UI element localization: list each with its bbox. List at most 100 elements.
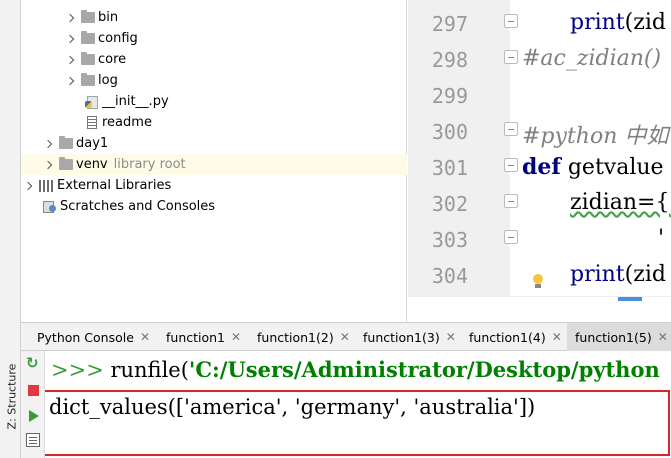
fold-marker-icon[interactable] <box>504 14 518 28</box>
lightbulb-icon[interactable] <box>532 274 544 290</box>
chevron-right-icon[interactable] <box>65 12 77 24</box>
console-command-argument: 'C:/Users/Administrator/Desktop/python <box>188 357 660 382</box>
code-comment: #ac_zidian() <box>522 46 662 71</box>
code-text: ' <box>658 226 665 251</box>
close-icon[interactable]: ✕ <box>140 330 150 344</box>
close-icon[interactable]: ✕ <box>446 330 456 344</box>
python-console[interactable]: >>> runfile('C:/Users/Administrator/Desk… <box>45 351 671 458</box>
tab-label: function1(5) <box>575 329 652 345</box>
tree-item-readme[interactable]: readme <box>85 112 152 133</box>
structure-tool-tab[interactable]: Z: Structure <box>2 360 19 440</box>
console-command: runfile( <box>103 358 189 382</box>
code-line-300: #python 中如 <box>522 118 668 150</box>
folder-icon <box>59 136 73 149</box>
tree-item-label: log <box>98 73 118 88</box>
chevron-right-icon[interactable] <box>43 138 55 150</box>
tree-item-label: bin <box>98 10 119 25</box>
code-text: getvalue <box>560 155 664 180</box>
project-tree: bin config core log __init__.py readme d… <box>21 0 407 322</box>
scratches-icon <box>43 200 57 213</box>
tab-label: function1(2) <box>257 329 334 345</box>
chevron-right-icon[interactable] <box>65 75 77 87</box>
line-number: 297 <box>431 12 468 36</box>
code-text: (zid <box>624 10 666 35</box>
structure-label: Z: Structure <box>5 363 19 430</box>
folder-icon <box>81 31 95 44</box>
chevron-right-icon[interactable] <box>65 33 77 45</box>
print-keyword: print <box>570 262 625 287</box>
tree-item-day1[interactable]: day1 <box>43 133 108 154</box>
tab-function1-4[interactable]: function1(4) ✕ <box>461 323 567 351</box>
folder-icon <box>59 157 73 170</box>
tree-item-venv[interactable]: venv library root <box>21 154 407 175</box>
print-keyword: print <box>570 10 625 35</box>
chevron-right-icon[interactable] <box>43 159 55 171</box>
fold-marker-icon[interactable] <box>504 158 518 172</box>
chevron-right-icon[interactable] <box>23 180 35 192</box>
tree-item-core[interactable]: core <box>65 49 126 70</box>
line-number: 300 <box>431 120 468 144</box>
library-root-annotation: library root <box>113 157 186 172</box>
console-input-line: >>> runfile('C:/Users/Administrator/Desk… <box>51 357 660 382</box>
code-text: zidian={' <box>570 190 671 215</box>
code-line-302: zidian={' <box>570 190 671 215</box>
tree-item-init-py[interactable]: __init__.py <box>85 91 169 112</box>
line-number: 299 <box>431 84 468 108</box>
tree-item-label: day1 <box>76 136 109 151</box>
tree-item-label: venv <box>76 157 108 172</box>
tree-item-bin[interactable]: bin <box>65 7 118 28</box>
fold-marker-icon[interactable] <box>504 194 518 208</box>
run-icon[interactable] <box>26 409 40 423</box>
tree-item-external-libraries[interactable]: External Libraries <box>23 175 171 196</box>
tree-item-log[interactable]: log <box>65 70 118 91</box>
tab-label: function1(4) <box>469 329 546 345</box>
tab-label: Python Console <box>37 329 134 345</box>
tree-item-scratches[interactable]: Scratches and Consoles <box>43 196 215 217</box>
close-icon[interactable]: ✕ <box>340 330 350 344</box>
stop-icon[interactable] <box>28 385 39 396</box>
code-line-298: #ac_zidian() <box>522 46 661 71</box>
tab-function1-3[interactable]: function1(3) ✕ <box>355 323 461 351</box>
fold-marker-icon[interactable] <box>504 230 518 244</box>
line-number: 303 <box>431 228 468 252</box>
variables-icon[interactable] <box>26 433 40 447</box>
rerun-icon[interactable] <box>26 354 40 372</box>
console-output: dict_values(['america', 'germany', 'aust… <box>49 395 536 419</box>
fold-marker-icon[interactable] <box>504 122 518 136</box>
line-number: 301 <box>431 156 468 180</box>
close-icon[interactable]: ✕ <box>658 330 668 344</box>
tab-function1[interactable]: function1 ✕ <box>158 323 250 351</box>
text-file-icon <box>87 116 97 129</box>
tree-item-label: core <box>98 52 127 67</box>
tab-function1-5[interactable]: function1(5) ✕ <box>567 323 671 351</box>
code-line-301: def getvalue <box>522 154 664 180</box>
line-number: 304 <box>431 264 468 288</box>
scroll-thumb[interactable] <box>618 297 642 301</box>
console-toolbar <box>21 351 45 458</box>
tab-label: function1 <box>166 329 226 345</box>
editor-horizontal-scrollbar[interactable] <box>408 296 671 322</box>
tab-function1-2[interactable]: function1(2) ✕ <box>249 323 355 351</box>
tree-item-label: __init__.py <box>102 94 169 109</box>
code-editor[interactable]: 297 298 299 300 301 302 303 304 print(zi… <box>408 0 671 322</box>
tree-item-label: config <box>98 31 138 46</box>
def-keyword: def <box>522 154 561 180</box>
line-number: 298 <box>431 48 468 72</box>
close-icon[interactable]: ✕ <box>231 330 241 344</box>
line-number: 302 <box>431 192 468 216</box>
code-text: (zid <box>624 262 666 287</box>
code-line-297: print(zid <box>570 10 666 35</box>
tree-item-label: External Libraries <box>57 178 172 193</box>
code-line-303: ' <box>658 226 664 251</box>
chevron-right-icon[interactable] <box>65 54 77 66</box>
console-tab-bar: Python Console ✕ function1 ✕ function1(2) ✕… <box>21 322 671 351</box>
tree-item-config[interactable]: config <box>65 28 138 49</box>
code-comment: #python 中如 <box>522 124 669 149</box>
library-icon <box>39 179 53 192</box>
tree-item-label: readme <box>102 115 152 130</box>
tab-python-console[interactable]: Python Console ✕ <box>29 323 150 351</box>
fold-marker-icon[interactable] <box>504 50 518 64</box>
console-prompt: >>> <box>51 358 104 382</box>
folder-icon <box>81 73 95 86</box>
close-icon[interactable]: ✕ <box>552 330 562 344</box>
